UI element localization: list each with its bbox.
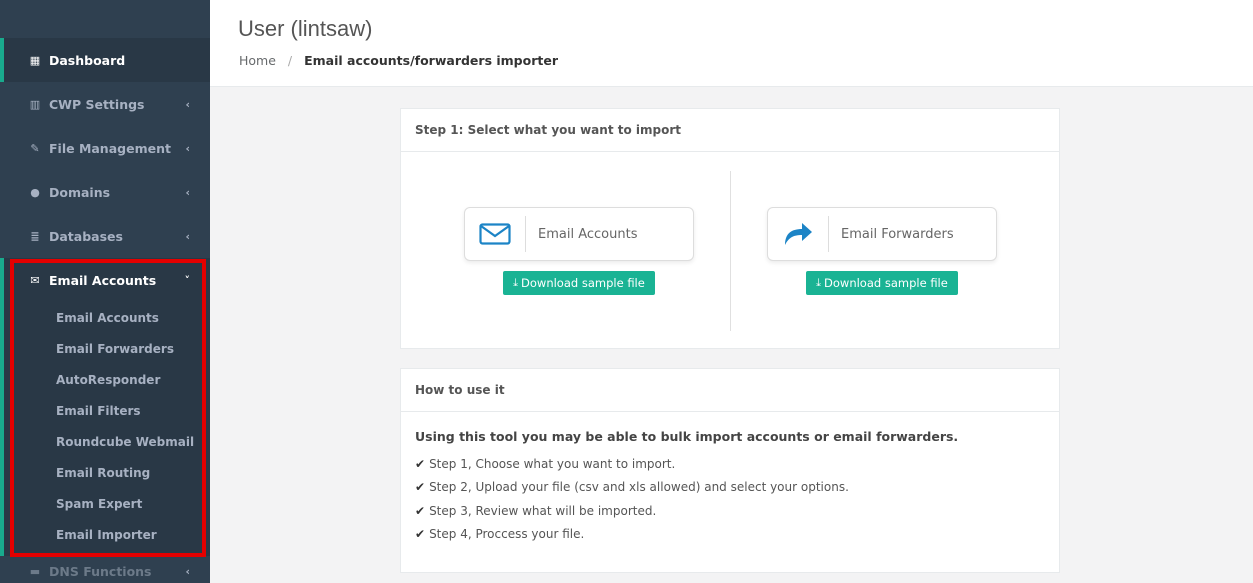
sidebar-item-databases[interactable]: ≣ Databases ‹ xyxy=(0,214,210,258)
chevron-left-icon: ‹ xyxy=(185,564,190,578)
chevron-left-icon: ‹ xyxy=(185,141,190,155)
page-header: User (lintsaw) Home / Email accounts/for… xyxy=(210,0,1253,87)
grid-icon: ▦ xyxy=(29,53,41,67)
download-icon: ⤓ xyxy=(513,276,519,289)
how-step: ✔ Step 4, Proccess your file. xyxy=(415,523,1059,547)
how-step-text: Step 3, Review what will be imported. xyxy=(429,503,657,518)
check-icon: ✔ xyxy=(415,527,426,542)
check-icon: ✔ xyxy=(415,480,426,495)
breadcrumb-home[interactable]: Home xyxy=(239,53,276,68)
chevron-down-icon: ˅ xyxy=(184,273,191,287)
breadcrumb: Home / Email accounts/forwarders importe… xyxy=(239,53,558,68)
submenu-item-email-forwarders[interactable]: Email Forwarders xyxy=(4,333,210,364)
sidebar-item-label: Email Accounts xyxy=(49,272,157,288)
submenu-item-email-accounts[interactable]: Email Accounts xyxy=(4,302,210,333)
panel-divider xyxy=(730,171,731,331)
submenu-item-email-routing[interactable]: Email Routing xyxy=(4,457,210,488)
sidebar-item-file-management[interactable]: ✎ File Management ‹ xyxy=(0,126,210,170)
sidebar-item-label: CWP Settings xyxy=(49,96,145,112)
how-step-text: Step 1, Choose what you want to import. xyxy=(429,456,676,471)
download-sample-forwarders-button[interactable]: ⤓ Download sample file xyxy=(806,271,958,295)
sidebar-item-label: DNS Functions xyxy=(49,563,152,579)
download-icon: ⤓ xyxy=(816,276,822,289)
email-accounts-option-label: Email Accounts xyxy=(538,226,638,242)
globe-icon: ● xyxy=(30,185,40,199)
sidebar-item-dashboard[interactable]: ▦ Dashboard xyxy=(0,38,210,82)
step1-heading: Step 1: Select what you want to import xyxy=(401,109,1059,152)
sidebar-item-label: Domains xyxy=(49,184,111,200)
how-to-panel: How to use it Using this tool you may be… xyxy=(400,368,1060,573)
sidebar-item-label: File Management xyxy=(49,140,171,156)
check-icon: ✔ xyxy=(415,503,426,518)
chevron-left-icon: ‹ xyxy=(185,97,190,111)
check-icon: ✔ xyxy=(415,456,426,471)
envelope-icon: ✉ xyxy=(30,273,40,287)
download-button-label: Download sample file xyxy=(824,276,948,290)
how-step: ✔ Step 1, Choose what you want to import… xyxy=(415,452,1059,476)
submenu-item-roundcube-webmail[interactable]: Roundcube Webmail xyxy=(4,426,210,457)
how-intro: Using this tool you may be able to bulk … xyxy=(415,429,959,444)
breadcrumb-separator: / xyxy=(287,53,293,68)
email-forwarders-option[interactable]: Email Forwarders xyxy=(767,207,997,261)
how-step: ✔ Step 2, Upload your file (csv and xls … xyxy=(415,476,1059,500)
download-sample-accounts-button[interactable]: ⤓ Download sample file xyxy=(503,271,655,295)
sidebar-item-cwp-settings[interactable]: ▥ CWP Settings ‹ xyxy=(0,82,210,126)
bar-chart-icon: ▥ xyxy=(29,97,41,111)
submenu-item-spam-expert[interactable]: Spam Expert xyxy=(4,488,210,519)
submenu-item-email-filters[interactable]: Email Filters xyxy=(4,395,210,426)
dns-icon: ▬ xyxy=(29,564,41,578)
how-step-text: Step 2, Upload your file (csv and xls al… xyxy=(429,480,849,495)
step1-panel: Step 1: Select what you want to import E… xyxy=(400,108,1060,349)
submenu-item-autoresponder[interactable]: AutoResponder xyxy=(4,364,210,395)
sidebar-item-email-accounts[interactable]: ✉ Email Accounts ˅ xyxy=(0,258,210,302)
download-button-label: Download sample file xyxy=(521,276,645,290)
email-accounts-option[interactable]: Email Accounts xyxy=(464,207,694,261)
sidebar-item-domains[interactable]: ● Domains ‹ xyxy=(0,170,210,214)
how-heading: How to use it xyxy=(401,369,1059,412)
envelope-outline-icon xyxy=(465,216,526,252)
database-icon: ≣ xyxy=(30,229,40,243)
how-body: Using this tool you may be able to bulk … xyxy=(401,412,1059,546)
how-step: ✔ Step 3, Review what will be imported. xyxy=(415,499,1059,523)
sidebar-item-label: Dashboard xyxy=(49,52,126,68)
chevron-left-icon: ‹ xyxy=(185,185,190,199)
sidebar-item-label: Databases xyxy=(49,228,123,244)
page-title: User (lintsaw) xyxy=(238,16,373,41)
chevron-left-icon: ‹ xyxy=(185,229,190,243)
breadcrumb-current: Email accounts/forwarders importer xyxy=(304,53,558,68)
email-forwarders-option-label: Email Forwarders xyxy=(841,226,954,242)
sidebar-item-dns-functions[interactable]: ▬ DNS Functions ‹ xyxy=(0,556,210,583)
sidebar: ▦ Dashboard ▥ CWP Settings ‹ ✎ File Mana… xyxy=(0,0,210,583)
how-step-text: Step 4, Proccess your file. xyxy=(429,527,585,542)
edit-icon: ✎ xyxy=(30,141,40,155)
sidebar-profile-area xyxy=(0,0,210,38)
submenu-item-email-importer[interactable]: Email Importer xyxy=(4,519,210,550)
share-arrow-icon xyxy=(768,216,829,252)
email-submenu: Email Accounts Email Forwarders AutoResp… xyxy=(0,302,210,556)
